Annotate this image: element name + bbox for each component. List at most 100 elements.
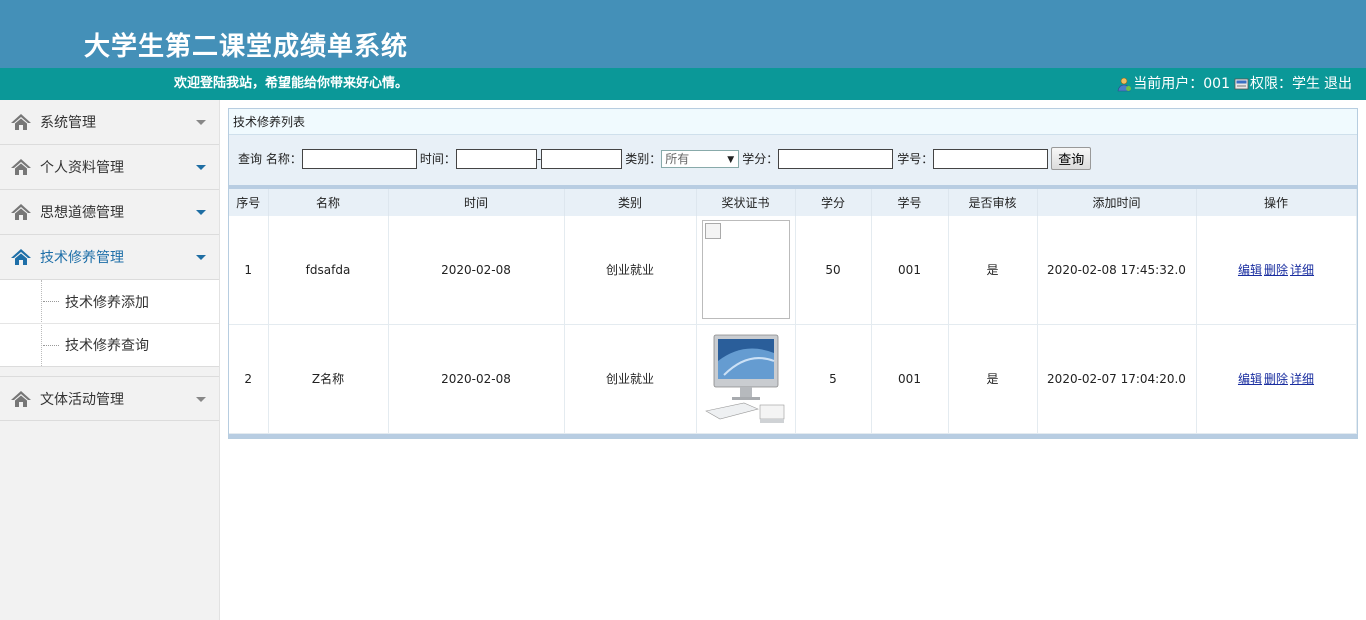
cell-time: 2020-02-08 bbox=[388, 216, 565, 325]
welcome-bar: 欢迎登陆我站，希望能给你带来好心情。 当前用户： 001 权限： 学生 退出 bbox=[0, 68, 1366, 100]
sidebar-item-label: 思想道德管理 bbox=[40, 205, 124, 221]
column-header: 序号 bbox=[229, 189, 269, 216]
column-header: 名称 bbox=[268, 189, 389, 216]
column-header: 添加时间 bbox=[1037, 189, 1197, 216]
cell-student-id: 001 bbox=[871, 216, 949, 325]
credit-input[interactable] bbox=[778, 148, 894, 169]
search-bar: 查询 名称： 时间： - 类别： 所有 ▼ 学分： 学号： 查询 bbox=[229, 135, 1357, 189]
student-id-label: 学号： bbox=[897, 152, 934, 166]
cell-added-time: 2020-02-08 17:45:32.0 bbox=[1037, 216, 1197, 325]
home-icon bbox=[11, 390, 31, 407]
delete-link[interactable]: 删除 bbox=[1264, 372, 1288, 386]
cell-category: 创业就业 bbox=[564, 324, 697, 434]
cell-added-time: 2020-02-07 17:04:20.0 bbox=[1037, 324, 1197, 434]
dropdown-arrow-icon: ▼ bbox=[727, 154, 735, 165]
table-row: 2 Z名称 2020-02-08 创业就业 5 001 是 2020-02-07… bbox=[229, 324, 1357, 434]
cell-category: 创业就业 bbox=[564, 216, 697, 325]
credit-label: 学分： bbox=[742, 152, 779, 166]
home-icon bbox=[11, 204, 31, 220]
role-icon bbox=[1234, 78, 1249, 89]
cell-reviewed: 是 bbox=[948, 216, 1038, 325]
list-panel: 技术修养列表 查询 名称： 时间： - 类别： 所有 ▼ 学分： 学号： 查询 bbox=[228, 108, 1358, 439]
sidebar-item-label: 技术修养管理 bbox=[40, 250, 124, 266]
column-header: 学号 bbox=[871, 189, 949, 216]
cell-certificate bbox=[696, 324, 796, 434]
table-row: 1 fdsafda 2020-02-08 创业就业 50 001 是 2020-… bbox=[229, 216, 1357, 325]
sidebar-item-culture-sports[interactable]: 文体活动管理 bbox=[0, 376, 219, 421]
cell-certificate bbox=[696, 216, 796, 325]
cell-name: Z名称 bbox=[268, 324, 389, 434]
cell-student-id: 001 bbox=[871, 324, 949, 434]
student-id-input[interactable] bbox=[933, 148, 1049, 169]
category-select-value: 所有 bbox=[665, 151, 690, 166]
logout-link[interactable]: 退出 bbox=[1324, 75, 1352, 93]
chevron-down-icon bbox=[196, 120, 206, 125]
current-user-label: 当前用户： bbox=[1133, 76, 1204, 92]
user-icon bbox=[1117, 77, 1132, 91]
detail-link[interactable]: 详细 bbox=[1290, 372, 1314, 386]
home-icon bbox=[11, 114, 31, 130]
cell-credit: 50 bbox=[795, 216, 872, 325]
category-select[interactable]: 所有 ▼ bbox=[661, 149, 740, 168]
cell-no: 1 bbox=[229, 216, 269, 325]
sidebar-item-morality[interactable]: 思想道德管理 bbox=[0, 190, 219, 235]
home-icon bbox=[11, 249, 31, 265]
cell-actions: 编辑 删除 详细 bbox=[1196, 216, 1357, 325]
detail-link[interactable]: 详细 bbox=[1290, 263, 1314, 277]
edit-link[interactable]: 编辑 bbox=[1238, 372, 1262, 386]
records-table: 序号 名称 时间 类别 奖状证书 学分 学号 是否审核 添加时间 操作 1 fd… bbox=[229, 189, 1357, 434]
search-prefix-label: 查询 名称： bbox=[238, 152, 302, 166]
sidebar-item-profile[interactable]: 个人资料管理 bbox=[0, 145, 219, 190]
cell-no: 2 bbox=[229, 324, 269, 434]
delete-link[interactable]: 删除 bbox=[1264, 263, 1288, 277]
column-header: 奖状证书 bbox=[696, 189, 796, 216]
tech-skills-submenu: 技术修养添加 技术修养查询 bbox=[0, 280, 219, 367]
time-to-input[interactable] bbox=[541, 148, 623, 169]
chevron-down-icon bbox=[196, 165, 206, 170]
tree-branch bbox=[43, 301, 59, 302]
tree-branch bbox=[43, 345, 59, 346]
cell-actions: 编辑 删除 详细 bbox=[1196, 324, 1357, 434]
chevron-down-icon bbox=[196, 210, 206, 215]
sidebar-item-tech-skills[interactable]: 技术修养管理 bbox=[0, 235, 219, 280]
sidebar-item-system[interactable]: 系统管理 bbox=[0, 100, 219, 145]
table-header-row: 序号 名称 时间 类别 奖状证书 学分 学号 是否审核 添加时间 操作 bbox=[229, 189, 1357, 216]
sidebar: 系统管理 个人资料管理 思想道德管理 技术修养管理 技术修养添加 技术修养查询 … bbox=[0, 100, 220, 620]
time-from-input[interactable] bbox=[455, 148, 537, 169]
time-label: 时间： bbox=[419, 152, 456, 166]
panel-title: 技术修养列表 bbox=[229, 109, 1357, 135]
chevron-down-icon bbox=[196, 255, 206, 260]
submenu-item-label: 技术修养添加 bbox=[65, 294, 149, 311]
broken-image-icon bbox=[701, 220, 790, 320]
column-header: 学分 bbox=[795, 189, 872, 216]
cell-credit: 5 bbox=[795, 324, 872, 434]
edit-link[interactable]: 编辑 bbox=[1238, 263, 1262, 277]
submenu-item-query[interactable]: 技术修养查询 bbox=[0, 323, 219, 366]
query-button[interactable]: 查询 bbox=[1051, 147, 1092, 170]
site-title: 大学生第二课堂成绩单系统 bbox=[84, 32, 409, 62]
cell-name: fdsafda bbox=[268, 216, 389, 325]
role-value: 学生 bbox=[1292, 76, 1320, 92]
column-header: 类别 bbox=[564, 189, 697, 216]
submenu-item-add[interactable]: 技术修养添加 bbox=[0, 280, 219, 323]
cell-reviewed: 是 bbox=[948, 324, 1038, 434]
submenu-item-label: 技术修养查询 bbox=[65, 338, 149, 354]
home-icon bbox=[11, 159, 31, 175]
sidebar-item-label: 个人资料管理 bbox=[40, 160, 124, 176]
category-label: 类别： bbox=[625, 152, 662, 166]
column-header: 操作 bbox=[1196, 189, 1357, 216]
sidebar-item-label: 系统管理 bbox=[40, 115, 96, 131]
role-label: 权限： bbox=[1250, 76, 1292, 92]
computer-image bbox=[704, 334, 784, 423]
column-header: 时间 bbox=[388, 189, 565, 216]
column-header: 是否审核 bbox=[948, 189, 1038, 216]
current-user-value: 001 bbox=[1203, 76, 1230, 92]
table-bottom-border bbox=[229, 434, 1357, 438]
chevron-down-icon bbox=[196, 397, 206, 402]
sidebar-item-label: 文体活动管理 bbox=[40, 391, 124, 408]
welcome-text: 欢迎登陆我站，希望能给你带来好心情。 bbox=[174, 76, 409, 91]
cell-time: 2020-02-08 bbox=[388, 324, 565, 434]
top-banner: 大学生第二课堂成绩单系统 bbox=[0, 0, 1366, 68]
user-info: 当前用户： 001 权限： 学生 退出 bbox=[1117, 75, 1352, 93]
name-input[interactable] bbox=[301, 148, 417, 169]
